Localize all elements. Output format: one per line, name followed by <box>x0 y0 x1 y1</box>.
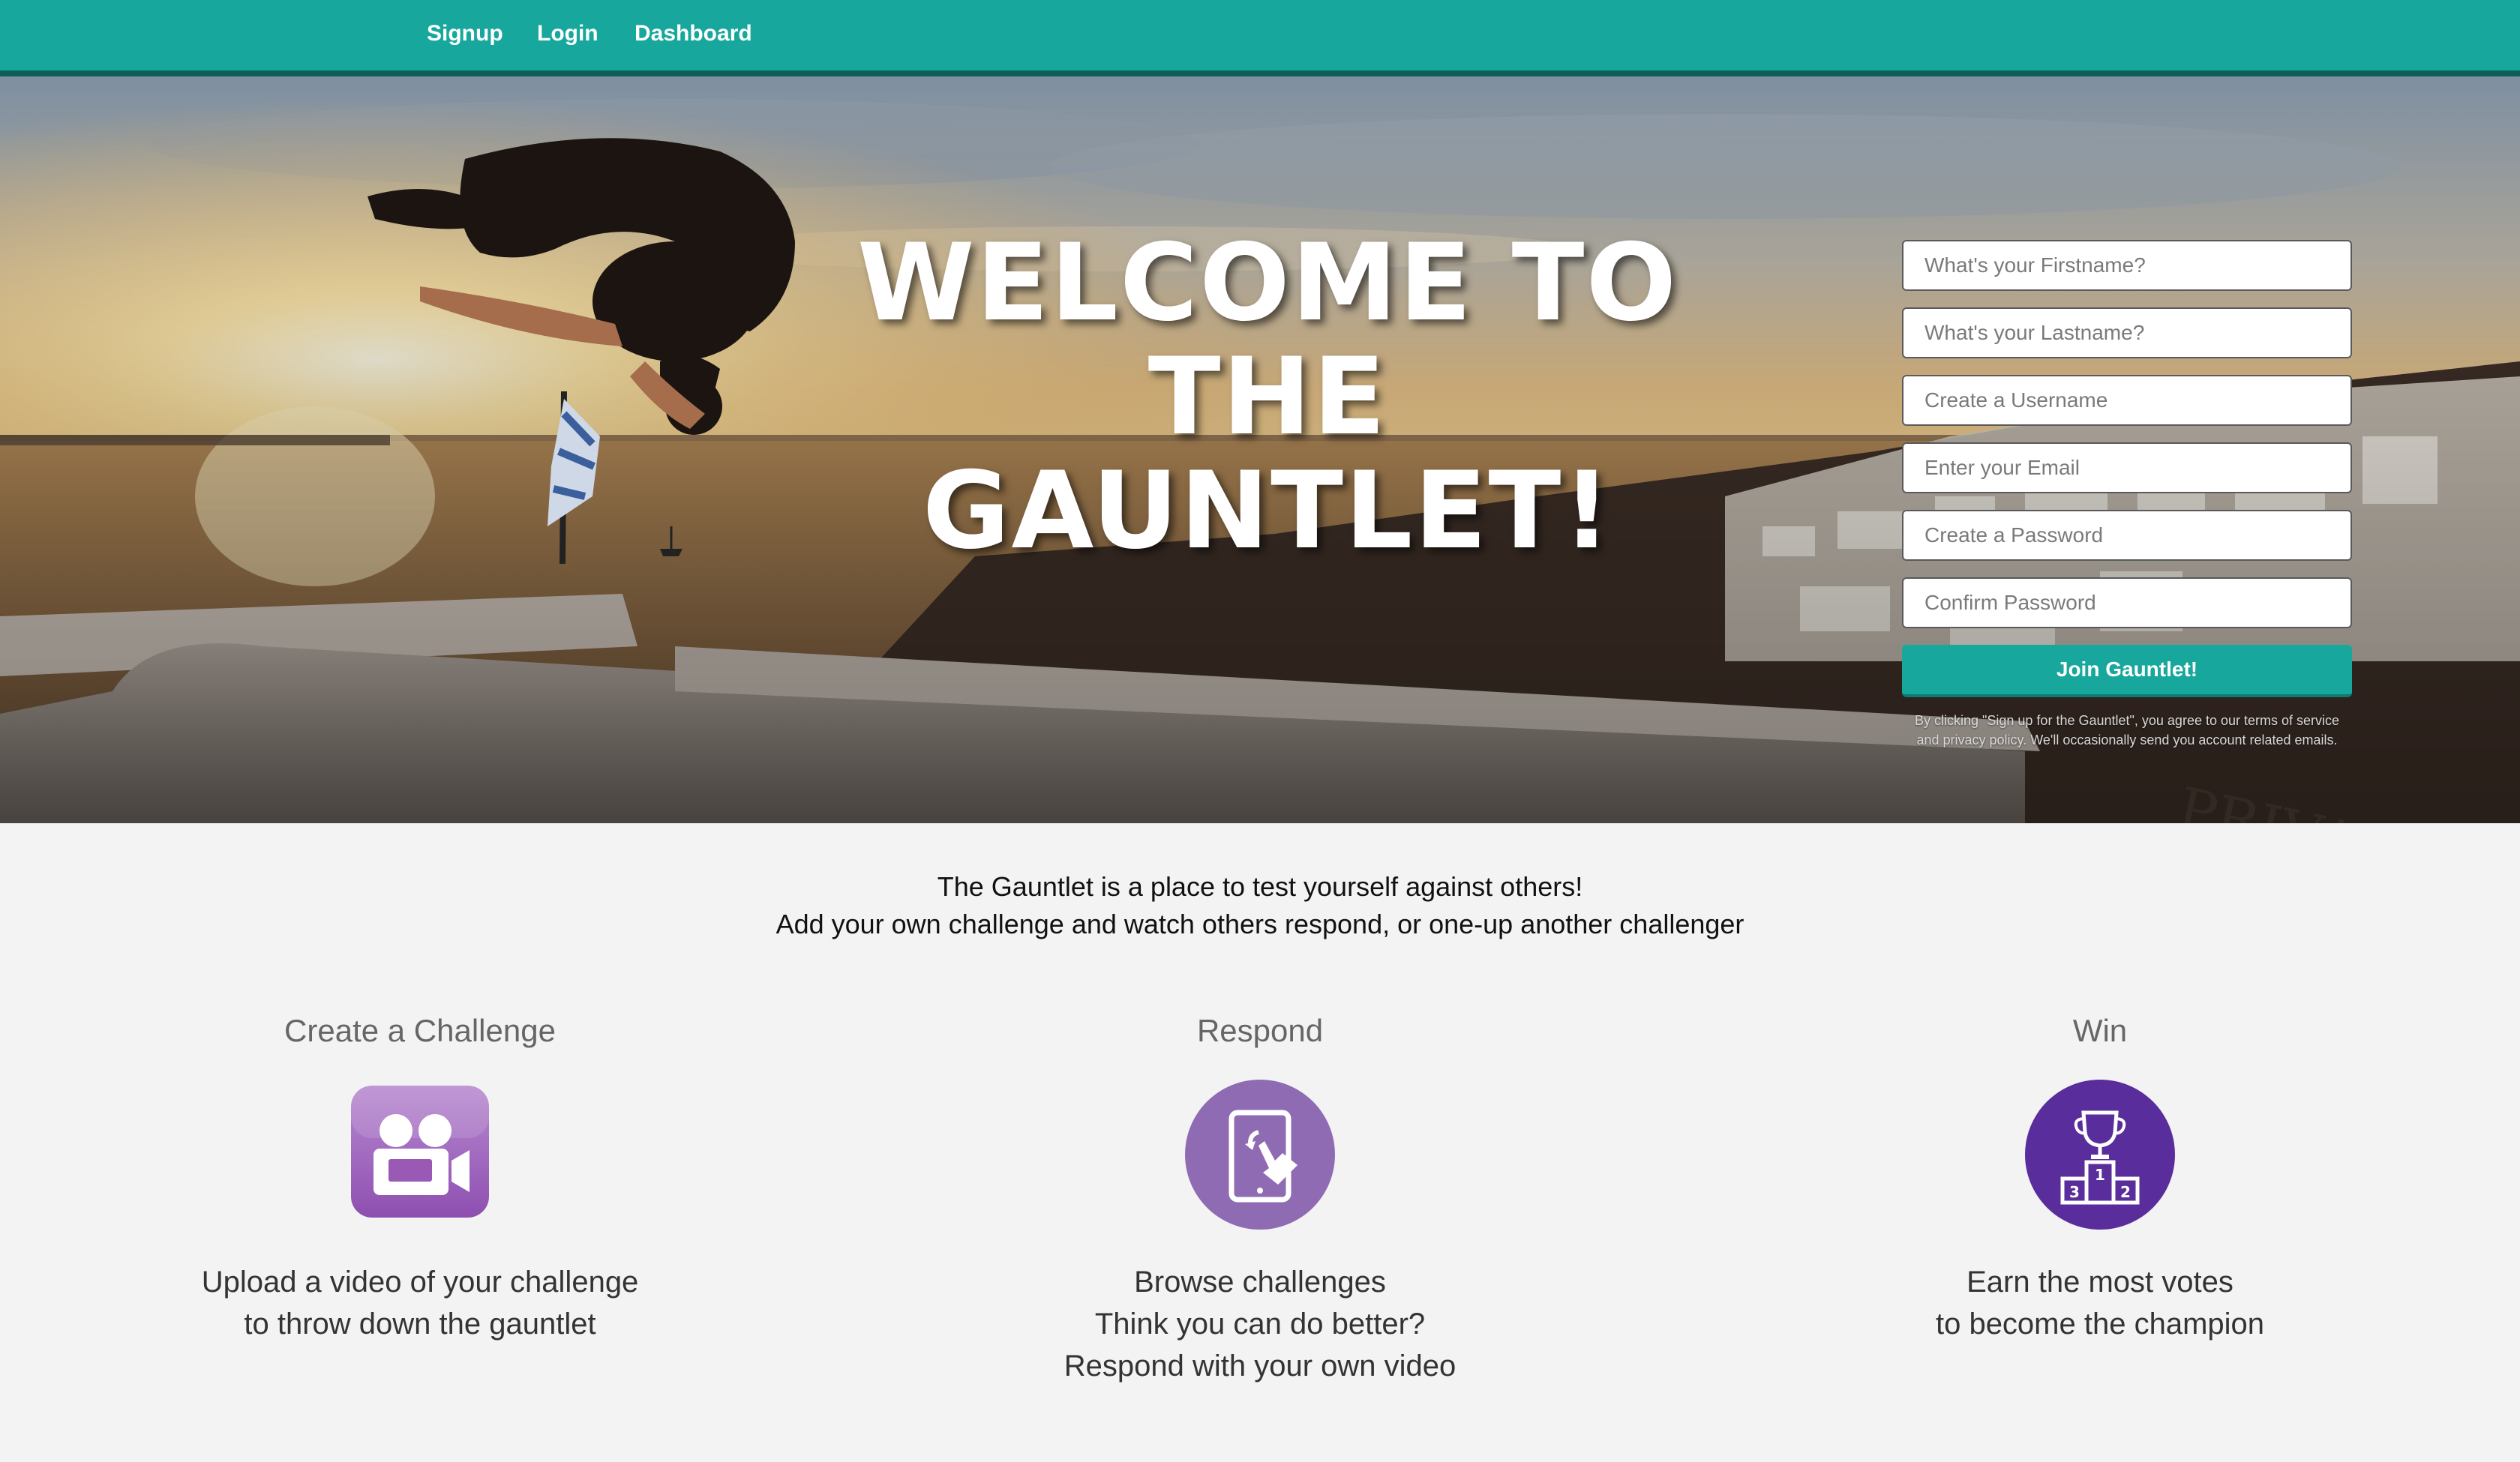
top-navbar: Signup Login Dashboard <box>0 0 2520 76</box>
intro-line-1: The Gauntlet is a place to test yourself… <box>937 871 1583 902</box>
nav-signup-link[interactable]: Signup <box>427 21 503 46</box>
hero-title-line1: WELCOME TO THE <box>856 221 1678 459</box>
svg-text:1: 1 <box>2095 1166 2105 1184</box>
feature-desc-line: to become the champion <box>1935 1308 2265 1341</box>
feature-description: Browse challenges Think you can do bette… <box>922 1261 1598 1387</box>
feature-win: Win 1 3 2 Earn the most votes to become … <box>1762 1012 2438 1345</box>
firstname-field[interactable] <box>1902 240 2352 291</box>
feature-respond: Respond Browse challenges Think you can … <box>922 1012 1598 1387</box>
trophy-podium-icon: 1 3 2 <box>2025 1080 2175 1230</box>
hero-title: WELCOME TO THE GAUNTLET! <box>765 226 1770 568</box>
svg-text:2: 2 <box>2120 1183 2131 1201</box>
feature-desc-line: Respond with your own video <box>1064 1350 1456 1383</box>
feature-create-challenge: Create a Challenge Upload a video of you… <box>82 1012 758 1345</box>
intro-line-2: Add your own challenge and watch others … <box>776 909 1744 939</box>
intro-text: The Gauntlet is a place to test yourself… <box>0 868 2520 943</box>
signup-form: Join Gauntlet! By clicking "Sign up for … <box>1902 240 2352 750</box>
svg-text:3: 3 <box>2069 1183 2080 1201</box>
feature-description: Upload a video of your challenge to thro… <box>82 1261 758 1345</box>
feature-desc-line: Browse challenges <box>1134 1266 1386 1299</box>
email-field[interactable] <box>1902 442 2352 493</box>
join-gauntlet-button[interactable]: Join Gauntlet! <box>1902 645 2352 697</box>
feature-desc-line: Think you can do better? <box>1094 1308 1426 1341</box>
nav-login-link[interactable]: Login <box>537 21 598 46</box>
hero-section: PRIVATE WELCOME TO THE GAUNTLET! Join Ga… <box>0 76 2520 823</box>
video-camera-icon <box>345 1080 495 1230</box>
username-field[interactable] <box>1902 375 2352 426</box>
feature-title: Create a Challenge <box>284 1013 556 1048</box>
lastname-field[interactable] <box>1902 307 2352 358</box>
feature-title: Win <box>2072 1013 2128 1048</box>
nav-dashboard-link[interactable]: Dashboard <box>634 21 752 46</box>
feature-title: Respond <box>1196 1013 1324 1048</box>
confirm-password-field[interactable] <box>1902 577 2352 628</box>
password-field[interactable] <box>1902 510 2352 561</box>
feature-desc-line: to throw down the gauntlet <box>244 1308 596 1341</box>
feature-desc-line: Earn the most votes <box>1966 1266 2234 1299</box>
feature-desc-line: Upload a video of your challenge <box>201 1266 639 1299</box>
feature-description: Earn the most votes to become the champi… <box>1762 1261 2438 1345</box>
terms-disclaimer: By clicking "Sign up for the Gauntlet", … <box>1914 713 2340 747</box>
hero-title-line2: GAUNTLET! <box>922 449 1613 573</box>
tablet-touch-icon <box>1185 1080 1335 1230</box>
